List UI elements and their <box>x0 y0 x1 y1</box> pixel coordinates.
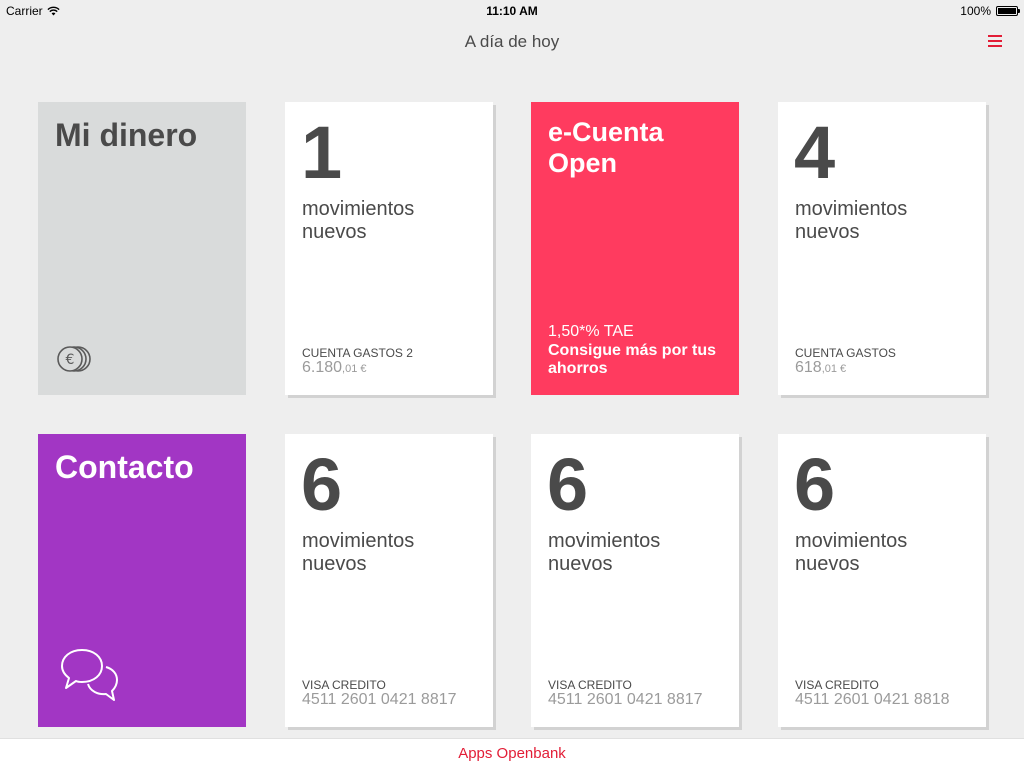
chat-bubbles-icon <box>61 649 118 701</box>
tile-mi-dinero[interactable]: Mi dinero € <box>38 102 246 395</box>
card-number: 4511 2601 0421 8817 <box>548 691 703 708</box>
battery-percent: 100% <box>960 4 991 18</box>
account-name: CUENTA GASTOS 2 <box>302 346 413 360</box>
status-time: 11:10 AM <box>486 4 538 18</box>
page-title: A día de hoy <box>464 32 560 51</box>
tile-account-cuenta-gastos[interactable]: 4 movimientos nuevos CUENTA GASTOS 618,0… <box>778 102 986 395</box>
movements-label: movimientos nuevos <box>795 530 908 575</box>
card-name: VISA CREDITO <box>548 678 632 692</box>
tile-card-visa-1[interactable]: 6 movimientos nuevos VISA CREDITO 4511 2… <box>285 434 493 727</box>
svg-text:€: € <box>66 352 75 368</box>
tile-account-cuenta-gastos-2[interactable]: 1 movimientos nuevos CUENTA GASTOS 2 6.1… <box>285 102 493 395</box>
balance-decimals: ,01 € <box>821 363 847 375</box>
status-right: 100% <box>960 4 1020 18</box>
account-balance: 6.180,01 € <box>302 359 367 377</box>
movements-count: 6 <box>794 443 836 526</box>
card-number: 4511 2601 0421 8817 <box>302 691 457 708</box>
movements-count: 6 <box>547 443 589 526</box>
tile-promo-e-cuenta-open[interactable]: e-Cuenta Open 1,50*% TAE Consigue más po… <box>531 102 739 395</box>
tile-card-visa-3[interactable]: 6 movimientos nuevos VISA CREDITO 4511 2… <box>778 434 986 727</box>
apps-openbank-link[interactable]: Apps Openbank <box>0 745 1024 762</box>
battery-icon <box>996 6 1020 16</box>
battery-fill <box>998 8 1016 14</box>
tile-card-visa-2[interactable]: 6 movimientos nuevos VISA CREDITO 4511 2… <box>531 434 739 727</box>
promo-tae: 1,50*% TAE <box>548 323 634 340</box>
movements-label: movimientos nuevos <box>302 530 415 575</box>
movements-label: movimientos nuevos <box>795 198 908 243</box>
tile-contacto[interactable]: Contacto <box>38 434 246 727</box>
euro-coins-icon: € <box>57 346 91 372</box>
movements-count: 6 <box>301 443 343 526</box>
promo-text: Consigue más por tus ahorros <box>548 342 717 377</box>
bottom-bar: Apps Openbank <box>0 738 1024 768</box>
promo-title: e-Cuenta Open <box>548 117 664 178</box>
account-name: CUENTA GASTOS <box>795 346 896 360</box>
card-name: VISA CREDITO <box>302 678 386 692</box>
movements-count: 1 <box>301 111 343 194</box>
card-name: VISA CREDITO <box>795 678 879 692</box>
balance-main: 618 <box>795 359 822 376</box>
movements-label: movimientos nuevos <box>548 530 661 575</box>
balance-main: 6.180 <box>302 359 343 376</box>
tile-title: Contacto <box>55 449 194 485</box>
account-balance: 618,01 € <box>795 359 846 377</box>
hamburger-menu-icon[interactable] <box>988 35 1002 47</box>
card-number: 4511 2601 0421 8818 <box>795 691 950 708</box>
status-bar: Carrier 11:10 AM 100% <box>0 0 1024 22</box>
movements-label: movimientos nuevos <box>302 198 415 243</box>
tile-title: Mi dinero <box>55 117 198 153</box>
balance-decimals: ,01 € <box>342 363 367 375</box>
movements-count: 4 <box>794 111 836 194</box>
